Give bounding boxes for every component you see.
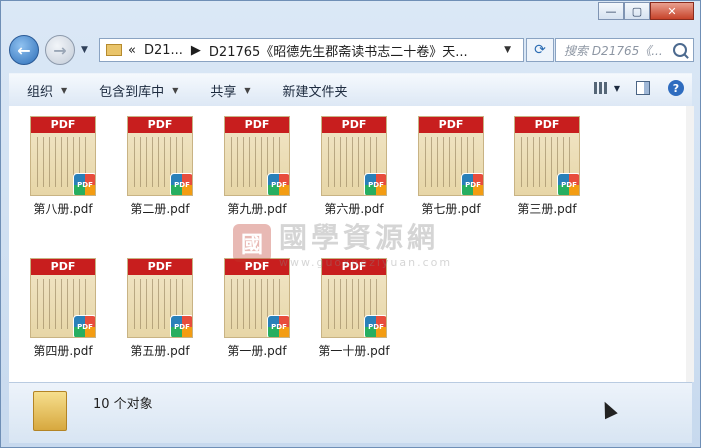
refresh-button[interactable]: ⟳ [526,38,554,62]
pdf-thumbnail: PDF PDF [321,258,387,338]
file-item[interactable]: PDF PDF 第五册.pdf [122,258,198,359]
pdf-banner: PDF [128,259,192,275]
file-name[interactable]: 第一册.pdf [219,342,295,359]
pdf-app-icon: PDF [170,173,192,195]
pdf-banner: PDF [322,117,386,133]
file-name[interactable]: 第一十册.pdf [316,342,392,359]
file-item[interactable]: PDF PDF 第一十册.pdf [316,258,392,359]
command-bar: 组织 ▼ 包含到库中 ▼ 共享 ▼ 新建文件夹 ▼ ? [9,73,692,106]
pdf-app-icon: PDF [267,315,289,337]
back-button[interactable]: ← [9,35,39,65]
file-name[interactable]: 第九册.pdf [219,200,295,217]
chevron-down-icon: ▼ [244,85,251,95]
search-icon[interactable] [673,43,687,57]
new-folder-button[interactable]: 新建文件夹 [283,81,348,100]
maximize-button[interactable]: ▢ [624,2,650,20]
watermark-seal: 國 [233,223,271,262]
pdf-banner: PDF [419,117,483,133]
pdf-thumbnail: PDF PDF [127,116,193,196]
pdf-thumbnail: PDF PDF [224,116,290,196]
pdf-app-icon: PDF [170,315,192,337]
file-name[interactable]: 第八册.pdf [25,200,101,217]
file-item[interactable]: PDF PDF 第六册.pdf [316,116,392,217]
search-placeholder: 搜索 D21765《... [564,43,663,58]
new-folder-label: 新建文件夹 [282,84,348,100]
file-item[interactable]: PDF PDF 第八册.pdf [25,116,101,217]
minimize-button[interactable]: — [598,2,624,20]
window-controls: — ▢ ✕ [598,2,694,20]
watermark-logo: 國 國學資源網 www.guoxueziyuan.com [233,216,452,269]
include-library-label: 包含到库中 [99,84,165,100]
file-item[interactable]: PDF PDF 第四册.pdf [25,258,101,359]
pdf-app-icon: PDF [461,173,483,195]
details-pane: 10 个对象 [9,382,692,443]
file-name[interactable]: 第五册.pdf [122,342,198,359]
help-icon[interactable]: ? [668,80,684,96]
preview-pane-icon[interactable] [636,81,650,95]
chevron-down-icon: ▼ [172,85,179,95]
view-dropdown-icon[interactable]: ▼ [614,84,620,93]
organize-menu[interactable]: 组织 ▼ [27,81,67,100]
pdf-thumbnail: PDF PDF [127,258,193,338]
forward-button[interactable]: → [45,35,75,65]
pdf-banner: PDF [31,259,95,275]
pdf-app-icon: PDF [364,315,386,337]
file-name[interactable]: 第二册.pdf [122,200,198,217]
pdf-thumbnail: PDF PDF [30,116,96,196]
folder-icon [33,391,67,431]
file-item[interactable]: PDF PDF 第二册.pdf [122,116,198,217]
back-arrow-icon: ← [17,40,31,60]
pdf-thumbnail: PDF PDF [418,116,484,196]
pdf-app-icon: PDF [557,173,579,195]
toolbar-right: ▼ ? [593,80,684,96]
address-overflow[interactable]: « [128,43,136,58]
file-name[interactable]: 第四册.pdf [25,342,101,359]
pdf-app-icon: PDF [267,173,289,195]
forward-arrow-icon: → [53,40,67,60]
share-menu[interactable]: 共享 ▼ [210,81,250,100]
watermark-url: www.guoxueziyuan.com [279,256,453,269]
include-in-library-menu[interactable]: 包含到库中 ▼ [99,81,178,100]
navigation-bar: ← → ▼ « D21... ▶ D21765《昭德先生郡斋读书志二十卷》天..… [9,31,694,67]
pdf-app-icon: PDF [73,315,95,337]
address-bar[interactable]: « D21... ▶ D21765《昭德先生郡斋读书志二十卷》天... ▼ [99,38,524,62]
pdf-thumbnail: PDF PDF [514,116,580,196]
file-name[interactable]: 第六册.pdf [316,200,392,217]
address-separator-icon[interactable]: ▶ [191,43,201,58]
address-dropdown-icon[interactable]: ▼ [504,45,511,55]
organize-label: 组织 [27,84,54,100]
file-list: PDF PDF 第八册.pdf PDF PDF 第二册.pdf PDF PDF 第九册… [9,106,686,382]
watermark-title: 國學資源網 [279,221,440,254]
pdf-thumbnail: PDF PDF [224,258,290,338]
file-item[interactable]: PDF PDF 第三册.pdf [509,116,585,217]
address-segment-1[interactable]: D21... [144,43,183,58]
search-input[interactable]: 搜索 D21765《... [555,38,694,62]
view-options-icon[interactable] [593,82,608,94]
share-label: 共享 [210,84,237,100]
pdf-banner: PDF [128,117,192,133]
file-name[interactable]: 第三册.pdf [509,200,585,217]
vertical-scrollbar[interactable] [686,106,694,382]
folder-icon [106,44,122,56]
explorer-window: — ▢ ✕ ← → ▼ « D21... ▶ D21765《昭德先生郡斋读书志二… [0,0,701,448]
recent-pages-dropdown[interactable]: ▼ [81,45,88,55]
pdf-banner: PDF [31,117,95,133]
refresh-icon: ⟳ [534,42,546,58]
chevron-down-icon: ▼ [61,85,68,95]
pdf-app-icon: PDF [73,173,95,195]
pdf-thumbnail: PDF PDF [30,258,96,338]
pdf-banner: PDF [515,117,579,133]
file-item[interactable]: PDF PDF 第九册.pdf [219,116,295,217]
watermark-text: 國學資源網 www.guoxueziyuan.com [279,216,452,269]
file-name[interactable]: 第七册.pdf [413,200,489,217]
address-segment-2[interactable]: D21765《昭德先生郡斋读书志二十卷》天... [209,41,468,60]
item-count: 10 个对象 [93,397,153,412]
pdf-app-icon: PDF [364,173,386,195]
file-item[interactable]: PDF PDF 第一册.pdf [219,258,295,359]
pdf-thumbnail: PDF PDF [321,116,387,196]
pdf-banner: PDF [225,117,289,133]
close-button[interactable]: ✕ [650,2,694,20]
file-item[interactable]: PDF PDF 第七册.pdf [413,116,489,217]
